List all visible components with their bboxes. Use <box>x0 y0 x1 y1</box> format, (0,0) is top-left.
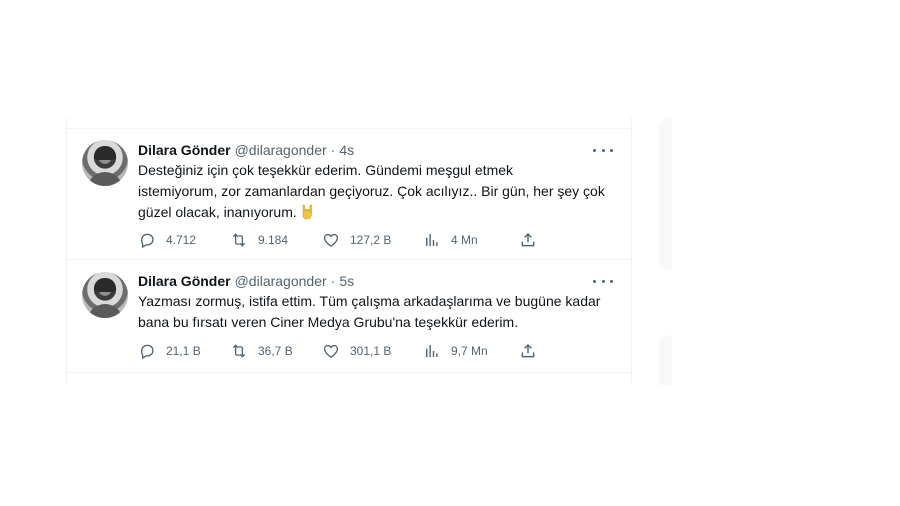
tweet-header: Dilara Gönder @dilaragonder · 4s <box>138 141 354 159</box>
share-button[interactable] <box>519 230 537 250</box>
avatar[interactable] <box>82 140 128 186</box>
retweet-button[interactable]: 36,7 B <box>230 341 293 361</box>
views-button[interactable]: 4 Mn <box>423 230 478 250</box>
avatar[interactable] <box>82 272 128 318</box>
retweet-icon <box>232 233 246 247</box>
tweet-text-line: güzel olacak, inanıyorum. <box>138 202 618 223</box>
sidebar-panel <box>659 335 672 385</box>
divider <box>67 372 631 373</box>
reply-button[interactable]: 21,1 B <box>138 341 201 361</box>
tweet-time[interactable]: 5s <box>339 273 354 289</box>
views-icon <box>426 345 438 357</box>
sign-of-the-horns-icon <box>301 204 316 220</box>
author-handle[interactable]: @dilaragonder <box>235 142 327 158</box>
share-icon <box>521 232 535 247</box>
views-button[interactable]: 9,7 Mn <box>423 341 488 361</box>
reply-button[interactable]: 4.712 <box>138 230 196 250</box>
reply-icon <box>141 344 154 360</box>
retweet-icon <box>232 344 246 358</box>
reply-count: 4.712 <box>166 233 197 247</box>
more-options-icon[interactable] <box>593 142 613 158</box>
views-count: 4 Mn <box>451 233 478 247</box>
timeline: Dilara Gönder @dilaragonder · 4s Desteği… <box>66 117 632 385</box>
tweet-text-segment: güzel olacak, inanıyorum. <box>138 204 297 220</box>
author-name[interactable]: Dilara Gönder <box>138 142 231 158</box>
tweet-text-line: Desteğiniz için çok teşekkür ederim. Gün… <box>138 162 514 178</box>
tweet-header: Dilara Gönder @dilaragonder · 5s <box>138 272 354 290</box>
tweet-text-line: istemiyorum, zor zamanlardan geçiyoruz. … <box>138 183 605 199</box>
share-button[interactable] <box>519 341 537 361</box>
separator-dot: · <box>330 273 336 289</box>
author-name[interactable]: Dilara Gönder <box>138 273 231 289</box>
tweet-time[interactable]: 4s <box>339 142 354 158</box>
retweet-button[interactable]: 9.184 <box>230 230 288 250</box>
like-count: 127,2 B <box>350 233 392 247</box>
author-handle[interactable]: @dilaragonder <box>235 273 327 289</box>
tweet-1[interactable]: Dilara Gönder @dilaragonder · 4s Desteği… <box>67 129 631 259</box>
tweet-text: Desteğiniz için çok teşekkür ederim. Gün… <box>138 160 618 223</box>
views-count: 9,7 Mn <box>451 344 488 358</box>
like-icon <box>323 344 339 358</box>
tweet-text-line: Yazması zormuş, istifa ettim. Tüm çalışm… <box>138 293 601 309</box>
share-icon <box>521 343 535 358</box>
like-button[interactable]: 127,2 B <box>322 230 391 250</box>
more-options-icon[interactable] <box>593 273 613 289</box>
like-button[interactable]: 301,1 B <box>322 341 391 361</box>
reply-icon <box>141 233 154 249</box>
tweet-2[interactable]: Dilara Gönder @dilaragonder · 5s Yazması… <box>67 260 631 372</box>
separator-dot: · <box>330 142 336 158</box>
tweet-text-line: bana bu fırsatı veren Ciner Medya Grubu'… <box>138 314 519 330</box>
sidebar-panel <box>659 117 672 270</box>
views-icon <box>426 234 438 246</box>
like-icon <box>323 233 339 247</box>
retweet-count: 36,7 B <box>258 344 293 358</box>
tweet-actions: 21,1 B 36,7 B 301,1 B 9,7 Mn <box>138 341 558 361</box>
retweet-count: 9.184 <box>258 233 289 247</box>
reply-count: 21,1 B <box>166 344 201 358</box>
tweet-text: Yazması zormuş, istifa ettim. Tüm çalışm… <box>138 291 618 333</box>
tweet-actions: 4.712 9.184 127,2 B 4 Mn <box>138 230 558 250</box>
like-count: 301,1 B <box>350 344 392 358</box>
